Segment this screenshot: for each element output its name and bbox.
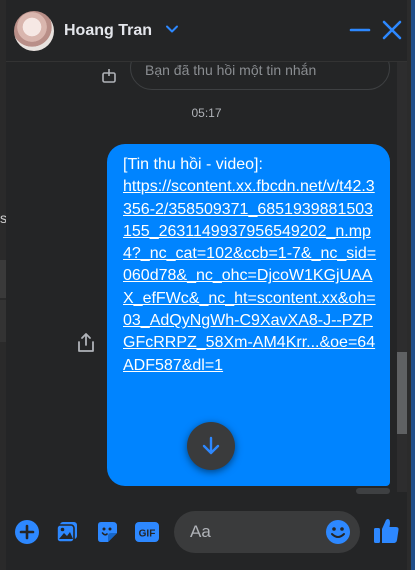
gif-icon[interactable]: GIF: [134, 519, 160, 545]
message-list[interactable]: Bạn đã thu hồi một tin nhắn 05:17 [Tin t…: [6, 62, 407, 492]
message-input-container[interactable]: [174, 511, 360, 553]
chat-header: Hoang Tran: [6, 0, 407, 62]
scrollbar-thumb[interactable]: [397, 352, 407, 434]
background-accent-strip: [411, 0, 415, 570]
contact-name[interactable]: Hoang Tran: [64, 22, 152, 40]
svg-text:GIF: GIF: [139, 529, 156, 540]
chat-window: Hoang Tran Bạn đã thu hồi một tin nhắn 0…: [6, 0, 407, 570]
scroll-to-bottom-button[interactable]: [187, 422, 235, 470]
plus-icon[interactable]: [14, 519, 40, 545]
share-icon[interactable]: [76, 332, 96, 354]
message-timestamp: 05:17: [191, 106, 222, 120]
like-icon[interactable]: [371, 516, 401, 546]
message-text: [Tin thu hồi - video]:: [123, 156, 263, 173]
close-icon[interactable]: [380, 18, 404, 42]
sticker-icon[interactable]: [94, 519, 120, 545]
previous-message-row: Bạn đã thu hồi một tin nhắn: [6, 62, 407, 96]
partial-message-hint: [356, 488, 390, 494]
avatar[interactable]: [14, 11, 54, 51]
background-page-right: [407, 0, 415, 570]
message-bubble-sent[interactable]: [Tin thu hồi - video]: https://scontent.…: [107, 144, 390, 486]
recalled-message-bubble: Bạn đã thu hồi một tin nhắn: [130, 62, 390, 90]
message-link[interactable]: https://scontent.xx.fbcdn.net/v/t42.3356…: [123, 178, 376, 373]
emoji-icon[interactable]: [324, 518, 352, 546]
photo-icon[interactable]: [54, 519, 80, 545]
arrow-down-icon: [202, 436, 220, 455]
message-action-icon[interactable]: [101, 68, 117, 84]
composer-bar: GIF: [6, 498, 407, 570]
message-input[interactable]: [190, 521, 320, 543]
minimize-icon[interactable]: [348, 18, 372, 42]
chevron-down-icon[interactable]: [165, 22, 179, 36]
